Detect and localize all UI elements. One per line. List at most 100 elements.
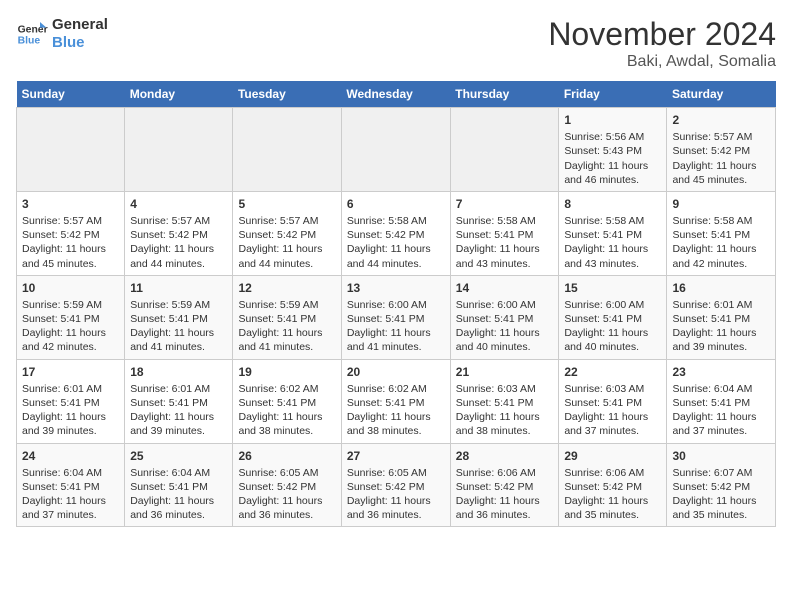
calendar-day-cell: 15 Sunrise: 6:00 AM Sunset: 5:41 PM Dayli… xyxy=(559,275,667,359)
calendar-day-cell xyxy=(450,108,559,192)
day-info: Sunrise: 5:58 AM Sunset: 5:41 PM Dayligh… xyxy=(564,214,661,271)
calendar-day-cell: 9Sunrise: 5:58 AM Sunset: 5:41 PM Daylig… xyxy=(667,191,776,275)
day-info: Sunrise: 6:04 AM Sunset: 5:41 PM Dayligh… xyxy=(672,382,770,439)
day-info: Sunrise: 6:02 AM Sunset: 5:41 PM Dayligh… xyxy=(347,382,445,439)
calendar-day-cell xyxy=(341,108,450,192)
day-info: Sunrise: 6:00 AM Sunset: 5:41 PM Dayligh… xyxy=(347,298,445,355)
day-number: 5 xyxy=(238,196,335,212)
calendar-day-cell: 13 Sunrise: 6:00 AM Sunset: 5:41 PM Dayli… xyxy=(341,275,450,359)
day-info: Sunrise: 6:06 AM Sunset: 5:42 PM Dayligh… xyxy=(564,466,661,523)
calendar-day-cell: 17Sunrise: 6:01 AM Sunset: 5:41 PM Dayli… xyxy=(17,359,125,443)
calendar-body: 1Sunrise: 5:56 AM Sunset: 5:43 PM Daylig… xyxy=(17,108,776,527)
header-saturday: Saturday xyxy=(667,81,776,108)
svg-text:Blue: Blue xyxy=(18,36,41,47)
day-info: Sunrise: 5:57 AM Sunset: 5:42 PM Dayligh… xyxy=(672,130,770,187)
calendar-day-cell: 3Sunrise: 5:57 AM Sunset: 5:42 PM Daylig… xyxy=(17,191,125,275)
day-info: Sunrise: 5:59 AM Sunset: 5:41 PM Dayligh… xyxy=(238,298,335,355)
day-info: Sunrise: 5:59 AM Sunset: 5:41 PM Dayligh… xyxy=(22,298,119,355)
calendar-day-cell: 16Sunrise: 6:01 AM Sunset: 5:41 PM Dayli… xyxy=(667,275,776,359)
day-number: 26 xyxy=(238,448,335,464)
day-info: Sunrise: 5:57 AM Sunset: 5:42 PM Dayligh… xyxy=(130,214,227,271)
day-info: Sunrise: 5:57 AM Sunset: 5:42 PM Dayligh… xyxy=(238,214,335,271)
day-number: 12 xyxy=(238,280,335,296)
day-number: 27 xyxy=(347,448,445,464)
day-info: Sunrise: 6:05 AM Sunset: 5:42 PM Dayligh… xyxy=(347,466,445,523)
day-info: Sunrise: 5:57 AM Sunset: 5:42 PM Dayligh… xyxy=(22,214,119,271)
calendar-day-cell: 25 Sunrise: 6:04 AM Sunset: 5:41 PM Dayli… xyxy=(125,443,233,527)
calendar-day-cell: 26 Sunrise: 6:05 AM Sunset: 5:42 PM Dayli… xyxy=(233,443,341,527)
day-info: Sunrise: 6:00 AM Sunset: 5:41 PM Dayligh… xyxy=(456,298,554,355)
calendar-day-cell: 7Sunrise: 5:58 AM Sunset: 5:41 PM Daylig… xyxy=(450,191,559,275)
day-number: 20 xyxy=(347,364,445,380)
day-number: 11 xyxy=(130,280,227,296)
calendar-day-cell: 12 Sunrise: 5:59 AM Sunset: 5:41 PM Dayli… xyxy=(233,275,341,359)
day-number: 10 xyxy=(22,280,119,296)
logo-line1: General xyxy=(52,16,108,34)
logo-icon: General Blue xyxy=(16,18,48,50)
day-number: 6 xyxy=(347,196,445,212)
calendar-day-cell: 5 Sunrise: 5:57 AM Sunset: 5:42 PM Daylig… xyxy=(233,191,341,275)
calendar-day-cell: 28 Sunrise: 6:06 AM Sunset: 5:42 PM Dayli… xyxy=(450,443,559,527)
calendar-day-cell: 30 Sunrise: 6:07 AM Sunset: 5:42 PM Dayli… xyxy=(667,443,776,527)
calendar-day-cell: 20 Sunrise: 6:02 AM Sunset: 5:41 PM Dayli… xyxy=(341,359,450,443)
day-number: 18 xyxy=(130,364,227,380)
calendar-day-cell: 23 Sunrise: 6:04 AM Sunset: 5:41 PM Dayli… xyxy=(667,359,776,443)
page-title: November 2024 xyxy=(548,16,776,53)
header-tuesday: Tuesday xyxy=(233,81,341,108)
calendar-day-cell: 8 Sunrise: 5:58 AM Sunset: 5:41 PM Daylig… xyxy=(559,191,667,275)
calendar-day-cell xyxy=(233,108,341,192)
header-thursday: Thursday xyxy=(450,81,559,108)
calendar-header: SundayMondayTuesdayWednesdayThursdayFrid… xyxy=(17,81,776,108)
calendar-day-cell: 1Sunrise: 5:56 AM Sunset: 5:43 PM Daylig… xyxy=(559,108,667,192)
day-info: Sunrise: 5:58 AM Sunset: 5:41 PM Dayligh… xyxy=(456,214,554,271)
day-info: Sunrise: 6:04 AM Sunset: 5:41 PM Dayligh… xyxy=(130,466,227,523)
calendar-table: SundayMondayTuesdayWednesdayThursdayFrid… xyxy=(16,81,776,527)
day-number: 13 xyxy=(347,280,445,296)
day-number: 19 xyxy=(238,364,335,380)
day-info: Sunrise: 6:05 AM Sunset: 5:42 PM Dayligh… xyxy=(238,466,335,523)
day-number: 16 xyxy=(672,280,770,296)
day-number: 14 xyxy=(456,280,554,296)
day-info: Sunrise: 6:00 AM Sunset: 5:41 PM Dayligh… xyxy=(564,298,661,355)
day-number: 2 xyxy=(672,112,770,128)
calendar-day-cell: 22 Sunrise: 6:03 AM Sunset: 5:41 PM Dayli… xyxy=(559,359,667,443)
logo-line2: Blue xyxy=(52,34,108,52)
day-number: 30 xyxy=(672,448,770,464)
calendar-day-cell: 10 Sunrise: 5:59 AM Sunset: 5:41 PM Dayli… xyxy=(17,275,125,359)
calendar-day-cell: 2 Sunrise: 5:57 AM Sunset: 5:42 PM Daylig… xyxy=(667,108,776,192)
calendar-week-row: 17Sunrise: 6:01 AM Sunset: 5:41 PM Dayli… xyxy=(17,359,776,443)
title-block: November 2024 Baki, Awdal, Somalia xyxy=(548,16,776,71)
day-number: 1 xyxy=(564,112,661,128)
calendar-day-cell xyxy=(17,108,125,192)
day-info: Sunrise: 6:01 AM Sunset: 5:41 PM Dayligh… xyxy=(22,382,119,439)
day-number: 25 xyxy=(130,448,227,464)
day-info: Sunrise: 6:03 AM Sunset: 5:41 PM Dayligh… xyxy=(564,382,661,439)
day-number: 23 xyxy=(672,364,770,380)
calendar-day-cell: 29 Sunrise: 6:06 AM Sunset: 5:42 PM Dayli… xyxy=(559,443,667,527)
page-subtitle: Baki, Awdal, Somalia xyxy=(548,53,776,71)
logo: General Blue General Blue xyxy=(16,16,108,52)
day-number: 8 xyxy=(564,196,661,212)
day-info: Sunrise: 6:07 AM Sunset: 5:42 PM Dayligh… xyxy=(672,466,770,523)
calendar-day-cell: 21Sunrise: 6:03 AM Sunset: 5:41 PM Dayli… xyxy=(450,359,559,443)
day-number: 28 xyxy=(456,448,554,464)
calendar-week-row: 10 Sunrise: 5:59 AM Sunset: 5:41 PM Dayli… xyxy=(17,275,776,359)
calendar-day-cell: 6 Sunrise: 5:58 AM Sunset: 5:42 PM Daylig… xyxy=(341,191,450,275)
day-info: Sunrise: 5:58 AM Sunset: 5:42 PM Dayligh… xyxy=(347,214,445,271)
calendar-day-cell: 11 Sunrise: 5:59 AM Sunset: 5:41 PM Dayli… xyxy=(125,275,233,359)
calendar-week-row: 24Sunrise: 6:04 AM Sunset: 5:41 PM Dayli… xyxy=(17,443,776,527)
day-number: 21 xyxy=(456,364,554,380)
day-number: 9 xyxy=(672,196,770,212)
calendar-week-row: 3Sunrise: 5:57 AM Sunset: 5:42 PM Daylig… xyxy=(17,191,776,275)
header-monday: Monday xyxy=(125,81,233,108)
day-number: 15 xyxy=(564,280,661,296)
day-number: 22 xyxy=(564,364,661,380)
page-header: General Blue General Blue November 2024 … xyxy=(16,16,776,71)
day-info: Sunrise: 6:02 AM Sunset: 5:41 PM Dayligh… xyxy=(238,382,335,439)
day-number: 29 xyxy=(564,448,661,464)
calendar-day-cell: 27 Sunrise: 6:05 AM Sunset: 5:42 PM Dayli… xyxy=(341,443,450,527)
day-info: Sunrise: 5:59 AM Sunset: 5:41 PM Dayligh… xyxy=(130,298,227,355)
header-wednesday: Wednesday xyxy=(341,81,450,108)
header-sunday: Sunday xyxy=(17,81,125,108)
day-info: Sunrise: 6:06 AM Sunset: 5:42 PM Dayligh… xyxy=(456,466,554,523)
